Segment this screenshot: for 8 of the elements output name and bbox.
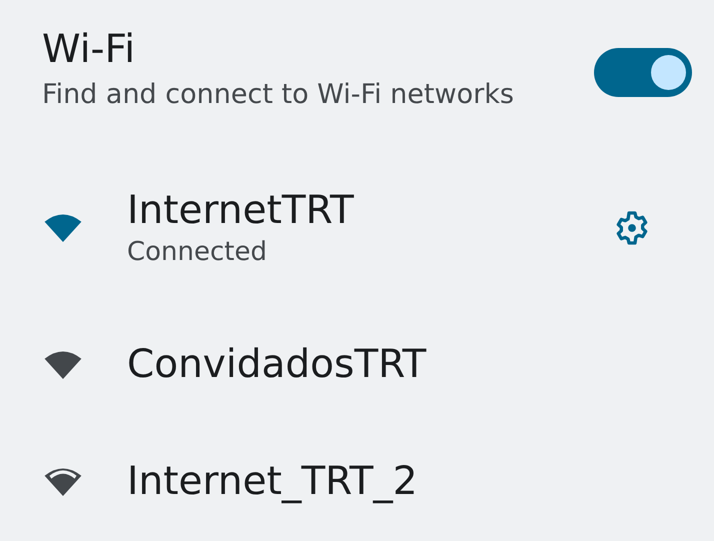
- network-name[interactable]: Internet_TRT_2: [127, 458, 692, 506]
- settings-icon[interactable]: [614, 210, 650, 246]
- network-status: Connected: [127, 236, 268, 269]
- page-title: Wi-Fi: [42, 26, 136, 74]
- network-name[interactable]: InternetTRT: [127, 187, 614, 235]
- page-subtitle: Find and connect to Wi-Fi networks: [42, 80, 514, 110]
- wifi-toggle[interactable]: [594, 48, 692, 97]
- network-name[interactable]: ConvidadosTRT: [127, 340, 692, 388]
